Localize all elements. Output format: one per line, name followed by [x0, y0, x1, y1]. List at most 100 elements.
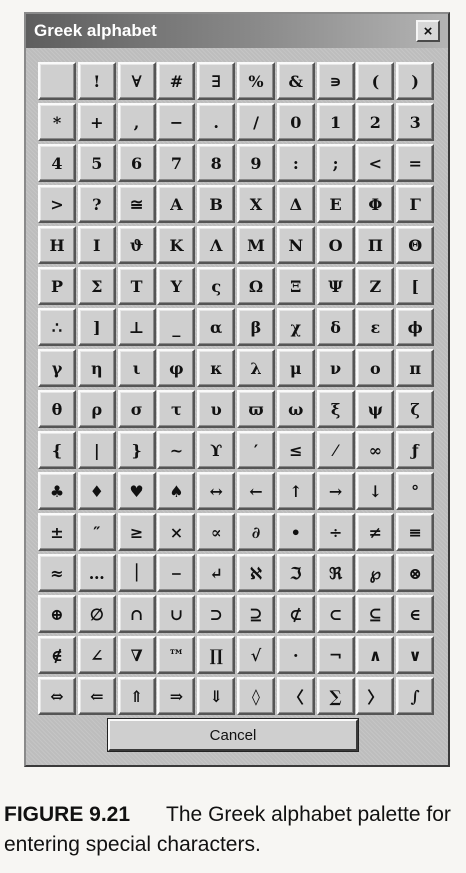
symbol-key[interactable]: κ — [197, 349, 236, 387]
symbol-key[interactable]: ⊄ — [276, 595, 315, 633]
symbol-key[interactable]: ∅ — [77, 595, 116, 633]
symbol-key[interactable]: ≈ — [38, 554, 76, 592]
symbol-key[interactable]: ♦ — [77, 472, 116, 510]
symbol-key[interactable]: ∞ — [356, 431, 395, 469]
symbol-key[interactable]: ′ — [236, 431, 275, 469]
symbol-key[interactable]: 4 — [38, 144, 76, 182]
symbol-key[interactable]: Χ — [236, 185, 275, 223]
title-bar[interactable]: Greek alphabet × — [26, 14, 448, 48]
symbol-key[interactable]: Ψ — [316, 267, 355, 305]
symbol-key[interactable]: υ — [197, 390, 236, 428]
symbol-key[interactable]: / — [236, 103, 275, 141]
symbol-key[interactable]: 0 — [276, 103, 315, 141]
symbol-key[interactable]: τ — [157, 390, 196, 428]
symbol-key[interactable]: β — [236, 308, 275, 346]
symbol-key[interactable]: Γ — [396, 185, 435, 223]
symbol-key[interactable]: . — [197, 103, 236, 141]
symbol-key[interactable]: 5 — [77, 144, 116, 182]
symbol-key[interactable]: ⇒ — [157, 677, 196, 715]
symbol-key[interactable]: η — [77, 349, 116, 387]
symbol-key[interactable]: ι — [117, 349, 156, 387]
symbol-key[interactable]: ↵ — [197, 554, 236, 592]
symbol-key[interactable]: λ — [236, 349, 275, 387]
symbol-key[interactable]: ″ — [77, 513, 116, 551]
symbol-key[interactable]: 9 — [236, 144, 275, 182]
symbol-key[interactable]: Ξ — [276, 267, 315, 305]
symbol-key[interactable]: # — [157, 62, 196, 100]
symbol-key[interactable]: φ — [157, 349, 196, 387]
symbol-key[interactable]: ε — [356, 308, 395, 346]
symbol-key[interactable]: ∀ — [117, 62, 156, 100]
symbol-key[interactable]: χ — [276, 308, 315, 346]
symbol-key[interactable]: ≠ — [356, 513, 395, 551]
symbol-key[interactable]: ℘ — [356, 554, 395, 592]
symbol-key[interactable]: ϑ — [117, 226, 156, 264]
symbol-key[interactable]: ∠ — [77, 636, 116, 674]
symbol-key[interactable]: ¬ — [316, 636, 355, 674]
symbol-key[interactable]: ⇓ — [197, 677, 236, 715]
symbol-key[interactable]: , — [117, 103, 156, 141]
symbol-key[interactable]: + — [77, 103, 116, 141]
symbol-key[interactable]: ♠ — [157, 472, 196, 510]
symbol-key[interactable]: ∫ — [396, 677, 435, 715]
symbol-key[interactable]: 3 — [396, 103, 435, 141]
symbol-key[interactable]: 2 — [356, 103, 395, 141]
symbol-key[interactable]: Φ — [356, 185, 395, 223]
symbol-key[interactable]: × — [157, 513, 196, 551]
symbol-key[interactable]: − — [157, 103, 196, 141]
symbol-key[interactable]: ≅ — [117, 185, 156, 223]
symbol-key[interactable]: ( — [356, 62, 395, 100]
symbol-key[interactable]: ⊗ — [396, 554, 435, 592]
symbol-key[interactable]: Ω — [236, 267, 275, 305]
symbol-key[interactable]: ↔ — [197, 472, 236, 510]
symbol-key[interactable]: Υ — [157, 267, 196, 305]
symbol-key[interactable]: μ — [276, 349, 315, 387]
symbol-key[interactable]: * — [38, 103, 76, 141]
symbol-key[interactable]: ∏ — [197, 636, 236, 674]
symbol-key[interactable]: ∩ — [117, 595, 156, 633]
symbol-key[interactable]: Τ — [117, 267, 156, 305]
symbol-key[interactable]: ! — [77, 62, 116, 100]
symbol-key[interactable]: Β — [197, 185, 236, 223]
symbol-key[interactable]: Η — [38, 226, 76, 264]
symbol-key[interactable]: ℜ — [316, 554, 355, 592]
symbol-key[interactable]: ⊃ — [197, 595, 236, 633]
symbol-key[interactable]: ω — [276, 390, 315, 428]
symbol-key[interactable]: ~ — [157, 431, 196, 469]
symbol-key[interactable]: Μ — [236, 226, 275, 264]
symbol-key[interactable]: ± — [38, 513, 76, 551]
symbol-key[interactable]: [ — [396, 267, 435, 305]
symbol-key[interactable]: ⎯ — [157, 554, 196, 592]
symbol-key[interactable]: √ — [236, 636, 275, 674]
symbol-key[interactable]: ζ — [396, 390, 435, 428]
symbol-key[interactable]: & — [276, 62, 315, 100]
symbol-key[interactable]: ℑ — [276, 554, 315, 592]
symbol-key[interactable]: : — [276, 144, 315, 182]
symbol-key[interactable]: σ — [117, 390, 156, 428]
symbol-key[interactable]: ϖ — [236, 390, 275, 428]
symbol-key[interactable]: ∈ — [396, 595, 435, 633]
symbol-key[interactable]: ≤ — [276, 431, 315, 469]
symbol-key[interactable]: ◊ — [236, 677, 275, 715]
symbol-key[interactable]: 〈 — [276, 677, 315, 715]
symbol-key[interactable]: ϒ — [197, 431, 236, 469]
symbol-key[interactable]: ⊕ — [38, 595, 76, 633]
symbol-key[interactable]: Λ — [197, 226, 236, 264]
symbol-key[interactable]: ⋅ — [276, 636, 315, 674]
symbol-key[interactable]: < — [356, 144, 395, 182]
symbol-key[interactable]: ⇐ — [77, 677, 116, 715]
symbol-key[interactable]: ∨ — [396, 636, 435, 674]
symbol-key[interactable]: ← — [236, 472, 275, 510]
symbol-key[interactable]: θ — [38, 390, 76, 428]
symbol-key[interactable]: ⏐ — [117, 554, 156, 592]
symbol-key[interactable]: ≥ — [117, 513, 156, 551]
symbol-key[interactable]: ⊇ — [236, 595, 275, 633]
symbol-key[interactable]: ; — [316, 144, 355, 182]
symbol-key[interactable]: Ν — [276, 226, 315, 264]
symbol-key[interactable]: ξ — [316, 390, 355, 428]
symbol-key[interactable]: ∇ — [117, 636, 156, 674]
symbol-key[interactable]: Ο — [316, 226, 355, 264]
symbol-key[interactable]: ∂ — [236, 513, 275, 551]
symbol-key[interactable]: α — [197, 308, 236, 346]
symbol-key[interactable]: Ρ — [38, 267, 76, 305]
